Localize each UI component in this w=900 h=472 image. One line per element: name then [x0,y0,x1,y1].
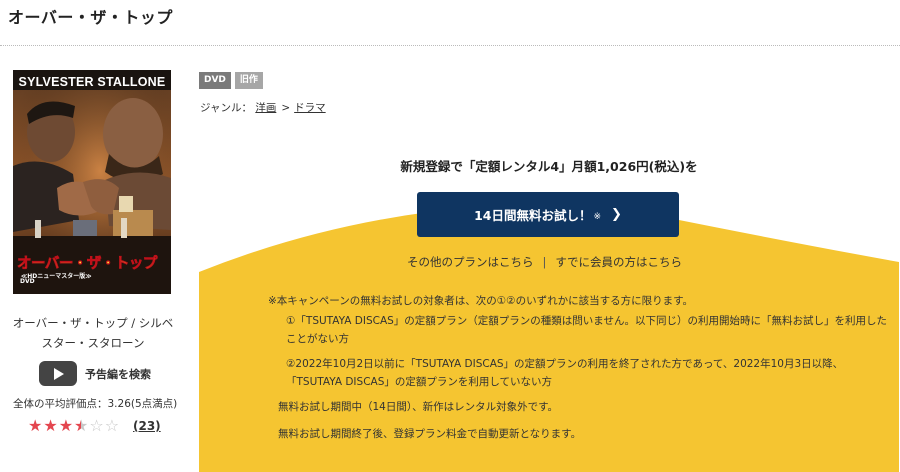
star-icon: ★ [58,416,74,435]
average-rating-text: 全体の平均評価点：3.26(5点満点) [13,398,178,410]
genre-label: ジャンル： [200,102,252,114]
dvd-badge: DVD [199,72,231,89]
format-badges: DVD 旧作 [199,72,267,89]
play-icon [39,361,77,386]
free-trial-note-mark: ※ [593,212,602,222]
chevron-right-icon: ❯ [611,207,622,222]
jacket-cast-line: SYLVESTER STALLONE [18,75,166,89]
note-auto-renewal: 無料お試し期間終了後、登録プラン料金で自動更新となります。 [278,428,582,440]
star-icon: ★ [43,416,58,435]
condition-2: ②2022年10月2日以前に「TSUTAYA DISCAS」の定額プランの利用を… [286,358,844,388]
note-trial-period: 無料お試し期間中（14日間）、新作はレンタル対象外です。 [278,401,559,413]
rating-stars: ★ ★ ★ ★ ☆ ☆ [28,417,120,435]
old-release-badge: 旧作 [234,72,263,89]
genre-link-yoga[interactable]: 洋画 [255,102,276,114]
member-login-link[interactable]: すでに会員の方はこちら [555,255,682,269]
free-trial-label: 14日間無料お試し！ [474,208,592,223]
link-separator: | [542,255,547,269]
star-icon: ★ [28,416,43,435]
notice-intro: ※本キャンペーンの無料お試しの対象者は、次の①②のいずれかに該当する方に限ります… [268,295,694,307]
star-icon: ☆ [104,416,120,435]
dvd-jacket-image[interactable]: SYLVESTER STALLONE オーバー・ザ・トップ ≪HDニューマスター… [13,70,171,294]
page-title: オーバー・ザ・トップ [8,8,173,27]
campaign-lead-text: 新規登録で「定額レンタル4」月額1,026円(税込)を [400,159,698,174]
plan-links: その他のプランはこちら | すでに会員の方はこちら [407,254,682,270]
genre-separator: > [281,102,291,114]
condition-1: ①「TSUTAYA DISCAS」の定額プラン（定額プランの種類は問いません。以… [286,315,887,345]
title-divider [0,45,900,46]
other-plans-link[interactable]: その他のプランはこちら [407,255,534,269]
trailer-search-button[interactable]: 予告編を検索 [39,361,151,386]
jacket-dvd-mark: DVD [20,278,35,285]
campaign-notes: ※本キャンペーンの無料お試しの対象者は、次の①②のいずれかに該当する方に限ります… [268,292,888,452]
star-icon: ☆ [89,416,104,435]
genre-link-drama[interactable]: ドラマ [294,102,326,114]
genre-breadcrumb: ジャンル： 洋画 > ドラマ [200,100,326,115]
work-name: オーバー・ザ・トップ / シルベスター・スタローン [12,316,174,350]
trailer-search-label: 予告編を検索 [85,367,151,381]
review-count-link[interactable]: (23) [133,419,161,433]
jacket-title-art: オーバー・ザ・トップ [17,256,158,273]
star-icon: ★ [74,416,89,435]
free-trial-button[interactable]: 14日間無料お試し！ ※ ❯ [417,192,679,237]
